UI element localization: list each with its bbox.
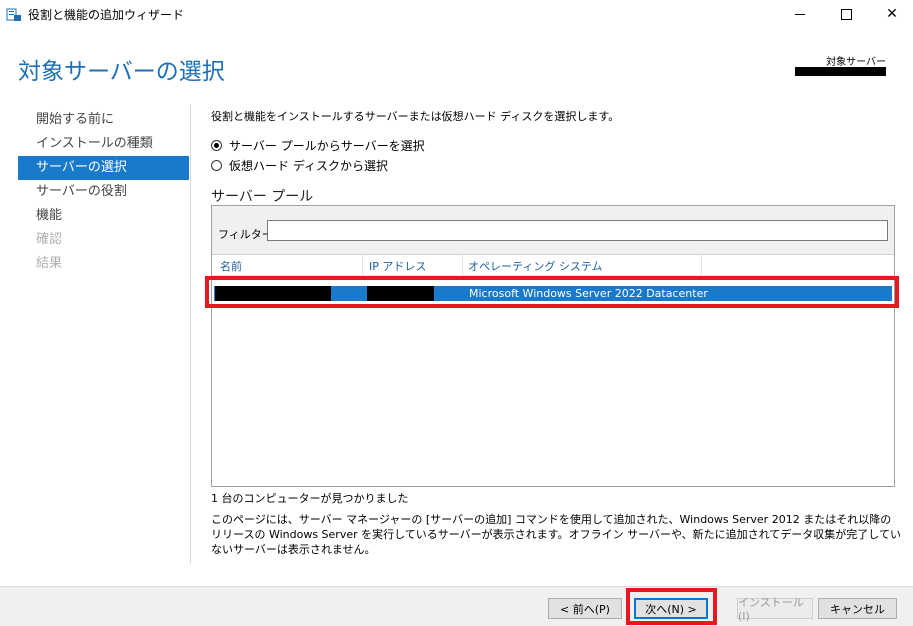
column-headers: 名前 IP アドレス オペレーティング システム [212, 255, 894, 276]
nav-item-installation-type[interactable]: インストールの種類 [18, 132, 189, 156]
maximize-icon [840, 8, 852, 20]
filter-area: フィルター: [212, 206, 894, 255]
title-bar: 役割と機能の追加ウィザード ✕ [0, 0, 913, 28]
nav-item-results: 結果 [36, 256, 63, 271]
radio-unchecked-icon[interactable] [211, 160, 222, 171]
nav-item-before-you-begin[interactable]: 開始する前に [18, 108, 189, 132]
page-title: 対象サーバーの選択 [18, 59, 225, 85]
radio-vhd[interactable]: 仮想ハード ディスクから選択 [211, 157, 388, 174]
column-separator[interactable] [462, 255, 463, 275]
found-count-text: 1 台のコンピューターが見つかりました [211, 492, 409, 505]
server-manager-icon [6, 8, 21, 21]
annotation-highlight-row [205, 276, 899, 308]
server-pool-list: フィルター: 名前 IP アドレス オペレーティング システム Microsof… [211, 205, 895, 487]
filter-input[interactable] [267, 220, 888, 241]
radio-server-pool-label: サーバー プールからサーバーを選択 [229, 139, 425, 153]
column-separator[interactable] [701, 255, 702, 275]
target-server-redacted [795, 67, 886, 76]
radio-vhd-label: 仮想ハード ディスクから選択 [229, 159, 388, 173]
window-title: 役割と機能の追加ウィザード [28, 8, 185, 22]
info-text: このページには、サーバー マネージャーの [サーバーの追加] コマンドを使用して… [211, 513, 901, 556]
previous-button[interactable]: < 前へ(P) [548, 598, 622, 619]
column-header-os[interactable]: オペレーティング システム [468, 258, 603, 274]
server-pool-heading: サーバー プール [211, 189, 314, 205]
footer-bar: < 前へ(P) 次へ(N) > インストール(I) キャンセル [0, 586, 913, 626]
nav-item-server-selection[interactable]: サーバーの選択 [18, 156, 189, 180]
annotation-highlight-next [626, 588, 717, 625]
cancel-button[interactable]: キャンセル [818, 598, 897, 619]
wizard-nav: 開始する前に インストールの種類 サーバーの選択 サーバーの役割 機能 確認 結… [18, 108, 189, 276]
radio-server-pool[interactable]: サーバー プールからサーバーを選択 [211, 137, 425, 154]
nav-item-server-roles[interactable]: サーバーの役割 [18, 180, 189, 204]
minimize-icon [795, 13, 805, 15]
description-text: 役割と機能をインストールするサーバーまたは仮想ハード ディスクを選択します。 [211, 110, 620, 123]
nav-item-features[interactable]: 機能 [18, 204, 189, 228]
column-header-name[interactable]: 名前 [220, 258, 242, 274]
minimize-button[interactable] [777, 0, 823, 28]
nav-item-confirmation: 確認 [36, 232, 63, 247]
column-header-ip[interactable]: IP アドレス [369, 258, 426, 274]
column-separator[interactable] [362, 255, 363, 275]
close-icon: ✕ [886, 6, 898, 22]
nav-divider [190, 104, 191, 564]
radio-checked-icon[interactable] [211, 140, 222, 151]
install-button: インストール(I) [737, 596, 813, 623]
close-button[interactable]: ✕ [869, 0, 913, 28]
maximize-button[interactable] [823, 0, 869, 28]
target-server-label: 対象サーバー [826, 57, 886, 68]
